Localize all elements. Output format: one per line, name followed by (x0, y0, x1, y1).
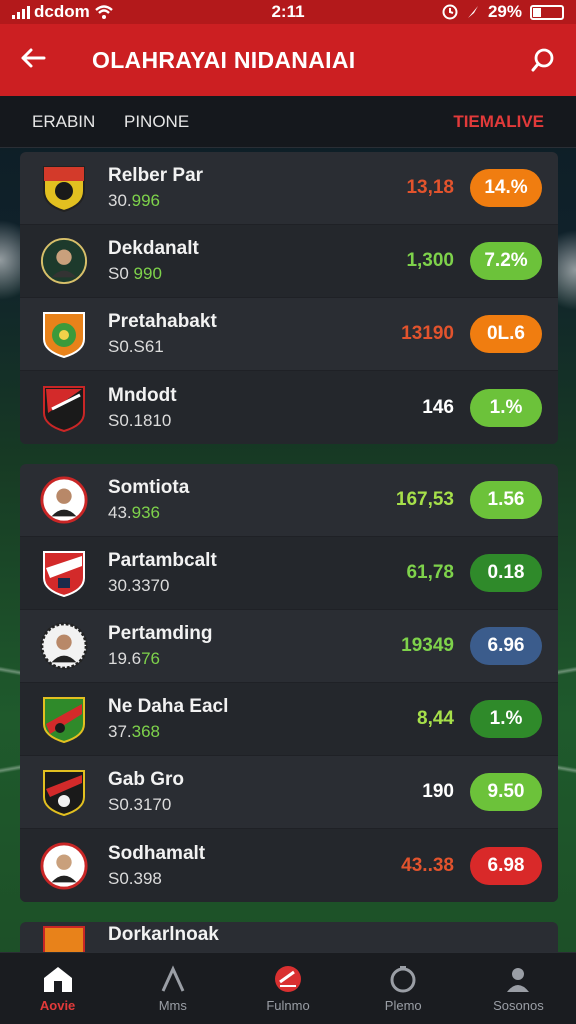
bottom-nav: Aovie Mms Fulnmo Plemo Sosonos (0, 952, 576, 1024)
team-crest-icon (40, 695, 88, 744)
nav-home[interactable]: Aovie (0, 953, 115, 1024)
team-name: Pretahabakt (108, 311, 217, 332)
change-badge[interactable]: 6.98 (470, 846, 542, 885)
team-row[interactable]: Pretahabakt S0.S61 13190 0L.6 (20, 298, 558, 371)
wifi-icon (94, 5, 113, 19)
team-crest-icon (40, 384, 88, 432)
live-filter-tab[interactable]: TIEMALIVE (453, 112, 544, 132)
battery-percent: 29% (487, 2, 522, 21)
team-row[interactable]: Ne Daha Eacl 37.368 8,44 1.% (20, 683, 558, 756)
team-name: Partambcalt (108, 550, 217, 571)
team-row[interactable]: Gab Gro S0.3170 190 9.50 (20, 756, 558, 829)
team-value: 8,44 (417, 708, 454, 729)
team-name: Pertamding (108, 623, 213, 644)
carrier-label: dcdom (34, 2, 90, 21)
team-crest-icon (40, 768, 88, 817)
team-name: Dekdanalt (108, 238, 199, 259)
team-subvalue: 37.368 (108, 722, 161, 741)
nav-label: Plemo (384, 998, 422, 1013)
team-group-2: Somtiota 43.936 167,53 1.56 Partambcalt … (20, 464, 558, 902)
home-icon (43, 967, 72, 992)
team-row[interactable]: Partambcalt 30.3370 61,78 0.18 (20, 537, 558, 610)
app-bar: OLAHRAYAI NIDANAIAI (0, 24, 576, 96)
team-name: Dorkarlnoak (108, 924, 219, 945)
team-value: 146 (422, 396, 454, 418)
circle-icon (390, 966, 416, 993)
change-badge[interactable]: 6.96 (470, 627, 542, 665)
team-value: 19349 (401, 635, 454, 656)
page-title: OLAHRAYAI NIDANAIAI (92, 46, 356, 73)
team-value: 13,18 (406, 177, 454, 198)
team-row[interactable]: Pertamding 19.676 19349 6.96 (20, 610, 558, 683)
team-crest-icon (40, 310, 88, 359)
team-row[interactable]: Somtiota 43.936 167,53 1.56 (20, 464, 558, 537)
column-header-bar: ERABIN PINONE TIEMALIVE (0, 96, 576, 148)
nav-label: Aovie (39, 998, 76, 1013)
team-value: 43..38 (401, 854, 454, 876)
player-avatar-icon (40, 237, 88, 285)
team-subvalue: 43.936 (108, 503, 161, 522)
signal-icon (12, 5, 30, 19)
team-name: Somtiota (108, 477, 190, 498)
back-arrow-icon (21, 48, 46, 68)
nav-label: Sosonos (493, 998, 544, 1013)
alarm-icon (442, 4, 458, 20)
team-subvalue: 19.676 (108, 649, 161, 668)
search-icon (531, 48, 554, 72)
team-subvalue: S0 990 (108, 264, 162, 283)
clock: 2:11 (271, 2, 305, 21)
change-badge[interactable]: 1.% (470, 700, 542, 738)
team-group-1: Relber Par 30.996 13,18 14.% Dekdanalt S… (20, 152, 558, 444)
team-row[interactable]: Relber Par 30.996 13,18 14.% (20, 152, 558, 225)
team-value: 167,53 (395, 489, 454, 510)
team-row[interactable]: Dekdanalt S0 990 1,300 7.2% (20, 225, 558, 298)
column-header-2[interactable]: PINONE (124, 112, 453, 132)
team-subvalue: S0.398 (108, 868, 162, 888)
triangle-icon (161, 965, 185, 992)
change-badge[interactable]: 0L.6 (470, 315, 542, 353)
back-button[interactable] (20, 43, 60, 77)
team-value: 13190 (401, 323, 454, 344)
change-badge[interactable]: 0.18 (470, 554, 542, 592)
person-icon (507, 968, 530, 992)
change-badge[interactable]: 1.56 (470, 481, 542, 519)
team-value: 190 (422, 781, 454, 802)
player-avatar-icon (40, 622, 88, 670)
team-name: Sodhamalt (108, 842, 206, 864)
team-list: Relber Par 30.996 13,18 14.% Dekdanalt S… (20, 152, 558, 962)
team-name: Mndodt (108, 384, 177, 406)
nav-football[interactable]: Fulnmo (230, 953, 345, 1024)
team-subvalue: S0.3170 (108, 795, 172, 814)
location-arrow-icon (467, 6, 478, 18)
team-name: Gab Gro (108, 769, 185, 790)
column-header-1[interactable]: ERABIN (32, 112, 124, 132)
team-subvalue: 30.996 (108, 191, 161, 210)
team-name: Relber Par (108, 165, 204, 186)
player-avatar-icon (40, 841, 88, 890)
nav-plemo[interactable]: Plemo (346, 953, 461, 1024)
team-row[interactable]: Mndodt S0.1810 146 1.% (20, 371, 558, 444)
team-subvalue: S0.S61 (108, 337, 164, 356)
battery-icon (530, 4, 564, 20)
team-value: 61,78 (406, 562, 454, 583)
team-row[interactable]: Sodhamalt S0.398 43..38 6.98 (20, 829, 558, 902)
status-bar: dcdom 2:11 29% (0, 0, 576, 24)
team-value: 1,300 (406, 250, 454, 271)
change-badge[interactable]: 1.% (470, 388, 542, 427)
team-subvalue: 30.3370 (108, 576, 170, 595)
nav-label: Mms (158, 998, 187, 1013)
nav-mms[interactable]: Mms (115, 953, 230, 1024)
nav-profile[interactable]: Sosonos (461, 953, 576, 1024)
search-button[interactable] (516, 47, 556, 73)
team-name: Ne Daha Eacl (108, 696, 229, 717)
nav-label: Fulnmo (266, 998, 310, 1013)
change-badge[interactable]: 7.2% (470, 242, 542, 280)
player-avatar-icon (40, 476, 88, 524)
team-crest-icon (40, 164, 88, 213)
ball-icon (275, 966, 301, 992)
change-badge[interactable]: 9.50 (470, 773, 542, 811)
team-subvalue: S0.1810 (108, 410, 172, 430)
change-badge[interactable]: 14.% (470, 169, 542, 207)
team-crest-icon (40, 549, 88, 598)
